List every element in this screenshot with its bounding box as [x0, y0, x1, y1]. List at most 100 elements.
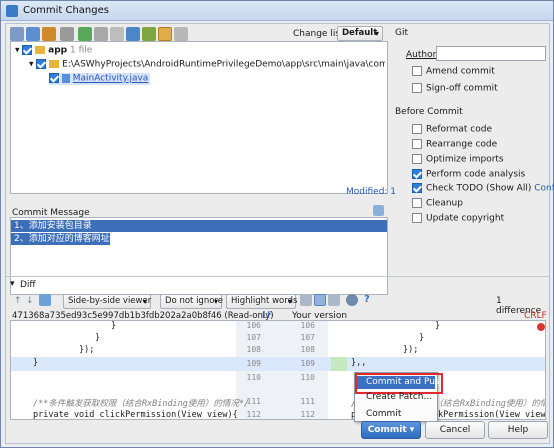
sync-scroll-icon[interactable]: [314, 294, 326, 306]
author-input[interactable]: [436, 46, 546, 61]
before-commit-title: Before Commit: [395, 107, 463, 117]
analysis-checkbox[interactable]: [412, 169, 422, 179]
left-code-line: }: [95, 333, 101, 343]
folder-icon: [35, 46, 46, 54]
edit-source-icon[interactable]: [39, 294, 51, 306]
expand-arrow-icon[interactable]: ▾: [29, 60, 34, 70]
dropdown-arrow-icon[interactable]: ▾: [410, 425, 415, 435]
author-label: Author:: [406, 50, 440, 60]
rearrange-checkbox[interactable]: [412, 139, 422, 149]
commit-message-line: 2、添加对应的博客网址: [11, 233, 110, 245]
create-patch-item[interactable]: Create Patch...: [366, 392, 432, 402]
diff-icon[interactable]: [26, 27, 40, 41]
error-icon: [537, 323, 545, 331]
signoff-checkbox[interactable]: [412, 83, 422, 93]
jump-icon[interactable]: [126, 27, 140, 41]
cleanup-option[interactable]: Cleanup: [412, 198, 463, 211]
tree-root-label: app: [48, 45, 68, 56]
commit-popup-menu: Commit and Push... Create Patch... Commi…: [354, 372, 454, 422]
todo-label: Check TODO (Show All): [426, 183, 532, 194]
left-code-line: }: [111, 321, 117, 331]
commit-button[interactable]: Commit ▾: [361, 421, 421, 439]
commit-message-line: 1、添加安装包目录: [11, 220, 387, 232]
diff-editor: } } }); } /**条件触发获取权限（结合RxBinding使用）的情况*…: [10, 320, 546, 420]
prev-diff-icon[interactable]: ↑: [14, 296, 22, 306]
rearrange-option[interactable]: Rearrange code: [412, 139, 497, 152]
ignore-select[interactable]: Do not ignore: [160, 294, 223, 309]
shelve-icon[interactable]: [142, 27, 156, 41]
tree-root-row[interactable]: ▾ app 1 file: [15, 45, 92, 56]
configure-link[interactable]: Configure: [534, 184, 554, 194]
copyright-option[interactable]: Update copyright: [412, 213, 504, 226]
folder-icon: [49, 60, 60, 68]
help-icon[interactable]: ?: [364, 294, 370, 305]
collapse-icon[interactable]: [60, 27, 74, 41]
reformat-label: Reformat code: [426, 124, 492, 135]
right-code-line: });: [403, 345, 419, 355]
diff-toggle-icon[interactable]: ▾: [10, 279, 15, 289]
highlight-select[interactable]: Highlight words: [226, 294, 297, 309]
history-icon[interactable]: [373, 205, 384, 216]
cleanup-label: Cleanup: [426, 198, 463, 209]
collapse-unchanged-icon[interactable]: [300, 294, 312, 306]
expand-icon[interactable]: [158, 27, 172, 41]
left-line-number: 108: [246, 345, 261, 354]
left-line-number: 106: [246, 321, 261, 330]
cleanup-checkbox[interactable]: [412, 198, 422, 208]
copyright-checkbox[interactable]: [412, 213, 422, 223]
add-icon[interactable]: [78, 27, 92, 41]
inserted-text-highlight: [331, 357, 347, 371]
changed-line-highlight: [11, 357, 545, 371]
tree-file-row[interactable]: MainActivity.java: [49, 73, 151, 85]
right-code-line: }: [419, 333, 425, 343]
right-line-number: 106: [300, 321, 315, 330]
gutter-icon[interactable]: [328, 294, 340, 306]
right-code-line: }: [435, 321, 441, 331]
reformat-option[interactable]: Reformat code: [412, 124, 492, 137]
amend-option[interactable]: Amend commit: [412, 66, 495, 79]
todo-checkbox[interactable]: [412, 183, 422, 193]
optimize-checkbox[interactable]: [412, 154, 422, 164]
selection-outline: [355, 373, 443, 394]
amend-checkbox[interactable]: [412, 66, 422, 76]
left-line-number: 111: [246, 397, 261, 406]
dialog-body: Change list: Default ▾ app 1 file ▾ E:\A…: [5, 23, 554, 444]
commit-message-field[interactable]: 1、添加安装包目录 2、添加对应的博客网址: [10, 217, 388, 295]
root-checkbox[interactable]: [22, 45, 33, 55]
refresh-icon[interactable]: [10, 27, 24, 41]
optimize-option[interactable]: Optimize imports: [412, 154, 504, 167]
todo-option[interactable]: Check TODO (Show All) Configure: [412, 183, 554, 196]
path-checkbox[interactable]: [36, 59, 47, 69]
settings-icon[interactable]: [346, 294, 358, 306]
analysis-label: Perform code analysis: [426, 169, 526, 180]
commit-item[interactable]: Commit: [366, 409, 401, 419]
signoff-option[interactable]: Sign-off commit: [412, 83, 498, 96]
java-file-icon: [61, 73, 70, 83]
tree-root-count: 1 file: [70, 45, 93, 56]
changes-tree: ▾ app 1 file ▾ E:\ASWhyProjects\AndroidR…: [10, 41, 388, 194]
changelist-select[interactable]: Default: [337, 26, 383, 41]
left-code-line: private void clickPermission(View view){: [33, 410, 238, 420]
amend-label: Amend commit: [426, 66, 495, 77]
settings-icon[interactable]: [174, 27, 188, 41]
file-checkbox[interactable]: [49, 73, 59, 83]
analysis-option[interactable]: Perform code analysis: [412, 169, 525, 182]
group-icon[interactable]: [94, 27, 108, 41]
help-button[interactable]: Help: [488, 421, 548, 439]
revert-icon[interactable]: [42, 27, 56, 41]
next-diff-icon[interactable]: ↓: [26, 296, 34, 306]
reformat-checkbox[interactable]: [412, 124, 422, 134]
right-line-number: 111: [300, 397, 315, 406]
tree-path-row[interactable]: ▾ E:\ASWhyProjects\AndroidRuntimePrivile…: [29, 59, 385, 70]
left-line-number: 107: [246, 333, 261, 342]
left-code-line: /**条件触发获取权限（结合RxBinding使用）的情况*/: [33, 399, 250, 409]
viewer-select[interactable]: Side-by-side viewer: [63, 294, 151, 309]
expand-arrow-icon[interactable]: ▾: [15, 46, 20, 56]
cancel-button[interactable]: Cancel: [425, 421, 485, 439]
left-line-number: 112: [246, 410, 261, 419]
tree-file-label: MainActivity.java: [72, 73, 149, 84]
move-icon[interactable]: [110, 27, 124, 41]
window-title: Commit Changes: [23, 5, 109, 16]
rearrange-label: Rearrange code: [426, 139, 498, 150]
title-bar: Commit Changes: [1, 1, 553, 21]
